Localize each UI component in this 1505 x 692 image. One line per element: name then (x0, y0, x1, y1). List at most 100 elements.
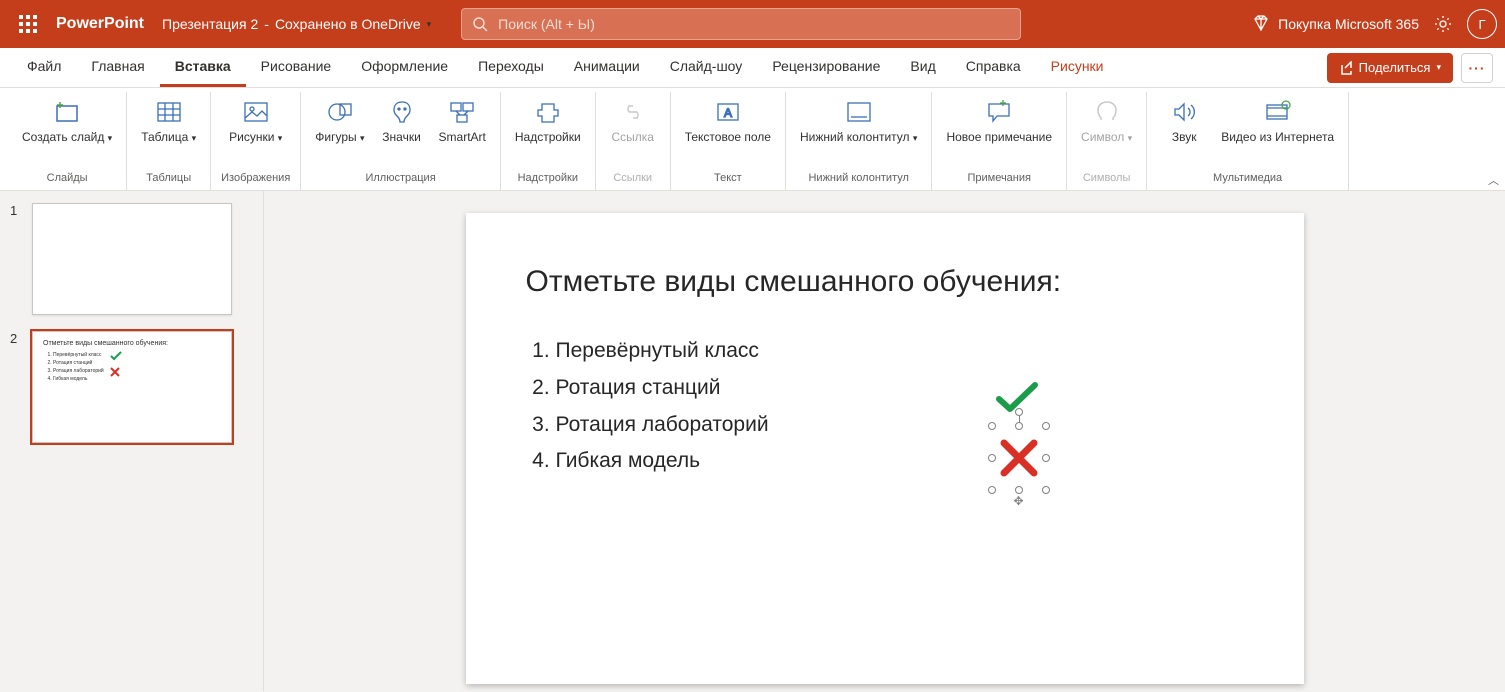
tab-draw[interactable]: Рисование (246, 48, 347, 87)
search-input[interactable]: Поиск (Alt + Ы) (461, 8, 1021, 40)
group-label: Изображения (221, 168, 290, 188)
group-comments: Новое примечание Примечания (932, 92, 1067, 190)
icons-icon (386, 96, 418, 128)
group-label: Примечания (967, 168, 1031, 188)
group-label: Таблицы (146, 168, 191, 188)
resize-handle[interactable] (1042, 422, 1050, 430)
slide-canvas-area[interactable]: Отметьте виды смешанного обучения: Перев… (264, 191, 1505, 691)
group-label: Надстройки (518, 168, 578, 188)
rotate-handle[interactable] (1015, 408, 1023, 416)
tab-animations[interactable]: Анимации (559, 48, 655, 87)
pictures-icon (240, 96, 272, 128)
footer-icon (843, 96, 875, 128)
group-tables: Таблица ▾ Таблицы (127, 92, 211, 190)
list-item[interactable]: Гибкая модель (556, 443, 1244, 480)
symbol-icon (1091, 96, 1123, 128)
tab-slideshow[interactable]: Слайд-шоу (655, 48, 758, 87)
group-slides: Создать слайд ▾ Слайды (8, 92, 127, 190)
group-symbols: Символ ▾ Символы (1067, 92, 1147, 190)
smartart-button[interactable]: SmartArt (435, 94, 490, 168)
user-avatar[interactable]: Г (1467, 9, 1497, 39)
tab-view[interactable]: Вид (895, 48, 950, 87)
ribbon: Создать слайд ▾ Слайды Таблица ▾ Таблицы… (0, 88, 1505, 191)
tab-picture-tools[interactable]: Рисунки (1036, 48, 1119, 87)
doc-name-text: Презентация 2 (162, 16, 258, 32)
list-item[interactable]: Ротация станций (556, 370, 1244, 407)
group-label: Ссылки (613, 168, 652, 188)
app-launcher-icon[interactable] (8, 4, 48, 44)
tab-home[interactable]: Главная (76, 48, 159, 87)
group-label: Текст (714, 168, 742, 188)
diamond-icon (1252, 15, 1270, 33)
list-item[interactable]: Ротация лабораторий (556, 407, 1244, 444)
resize-handle[interactable] (988, 422, 996, 430)
group-footer: Нижний колонтитул ▾ Нижний колонтитул (786, 92, 932, 190)
thumbnail-row[interactable]: 2 Отметьте виды смешанного обучения: Пер… (10, 331, 253, 443)
collapse-ribbon-icon[interactable]: ︿ (1488, 172, 1499, 188)
new-slide-icon (51, 96, 83, 128)
shapes-icon (324, 96, 356, 128)
new-comment-button[interactable]: Новое примечание (942, 94, 1056, 168)
tab-file[interactable]: Файл (12, 48, 76, 87)
chevron-down-icon: ▾ (427, 19, 432, 30)
table-button[interactable]: Таблица ▾ (137, 94, 200, 168)
group-media: Звук Видео из Интернета Мультимедиа (1147, 92, 1349, 190)
share-button[interactable]: Поделиться ▾ (1327, 53, 1453, 83)
tab-review[interactable]: Рецензирование (757, 48, 895, 87)
app-name: PowerPoint (56, 15, 144, 33)
thumb-number: 2 (10, 331, 22, 443)
slide-body-list[interactable]: Перевёрнутый класс Ротация станций Ротац… (526, 333, 1244, 480)
tab-help[interactable]: Справка (951, 48, 1036, 87)
slide-thumbnail-1[interactable] (32, 203, 232, 315)
group-label: Слайды (47, 168, 88, 188)
move-handle-icon[interactable]: ✥ (1013, 494, 1023, 508)
share-icon (1339, 61, 1353, 75)
group-text: A Текстовое поле Текст (671, 92, 786, 190)
ribbon-tabs: Файл Главная Вставка Рисование Оформлени… (0, 48, 1505, 88)
resize-handle[interactable] (1042, 486, 1050, 494)
resize-handle[interactable] (1015, 422, 1023, 430)
resize-handle[interactable] (988, 486, 996, 494)
video-icon (1262, 96, 1294, 128)
audio-button[interactable]: Звук (1157, 94, 1211, 168)
symbol-button: Символ ▾ (1077, 94, 1136, 168)
addins-button[interactable]: Надстройки (511, 94, 585, 168)
search-placeholder: Поиск (Alt + Ы) (498, 16, 595, 32)
group-images: Рисунки ▾ Изображения (211, 92, 301, 190)
new-slide-button[interactable]: Создать слайд ▾ (18, 94, 116, 168)
slide-editor[interactable]: Отметьте виды смешанного обучения: Перев… (466, 213, 1304, 684)
pictures-button[interactable]: Рисунки ▾ (225, 94, 286, 168)
tab-insert[interactable]: Вставка (160, 48, 246, 87)
thumbnail-row[interactable]: 1 (10, 203, 253, 315)
footer-button[interactable]: Нижний колонтитул ▾ (796, 94, 921, 168)
group-illustrations: Фигуры ▾ Значки SmartArt Иллюстрация (301, 92, 501, 190)
svg-text:A: A (724, 106, 732, 120)
buy-microsoft-365[interactable]: Покупка Microsoft 365 (1252, 15, 1419, 33)
settings-icon[interactable] (1433, 14, 1453, 34)
slide-thumbnail-2[interactable]: Отметьте виды смешанного обучения: Перев… (32, 331, 232, 443)
group-label: Символы (1083, 168, 1131, 188)
group-addins: Надстройки Надстройки (501, 92, 596, 190)
textbox-button[interactable]: A Текстовое поле (681, 94, 775, 168)
tab-transitions[interactable]: Переходы (463, 48, 559, 87)
comment-icon (983, 96, 1015, 128)
tab-design[interactable]: Оформление (346, 48, 463, 87)
list-item[interactable]: Перевёрнутый класс (556, 333, 1244, 370)
audio-icon (1168, 96, 1200, 128)
icons-button[interactable]: Значки (375, 94, 429, 168)
document-name[interactable]: Презентация 2 - Сохранено в OneDrive ▾ (162, 16, 431, 32)
table-icon (153, 96, 185, 128)
chevron-down-icon: ▾ (1436, 62, 1441, 73)
workspace: 1 2 Отметьте виды смешанного обучения: П… (0, 191, 1505, 691)
group-label: Нижний колонтитул (808, 168, 908, 188)
resize-handle[interactable] (1015, 486, 1023, 494)
link-icon (617, 96, 649, 128)
video-button[interactable]: Видео из Интернета (1217, 94, 1338, 168)
more-options-button[interactable]: ··· (1461, 53, 1493, 83)
group-label: Мультимедиа (1213, 168, 1282, 188)
x-image-selected[interactable]: ✥ (992, 426, 1046, 490)
group-label: Иллюстрация (365, 168, 435, 188)
shapes-button[interactable]: Фигуры ▾ (311, 94, 368, 168)
slide-title[interactable]: Отметьте виды смешанного обучения: (526, 265, 1244, 299)
link-button: Ссылка (606, 94, 660, 168)
